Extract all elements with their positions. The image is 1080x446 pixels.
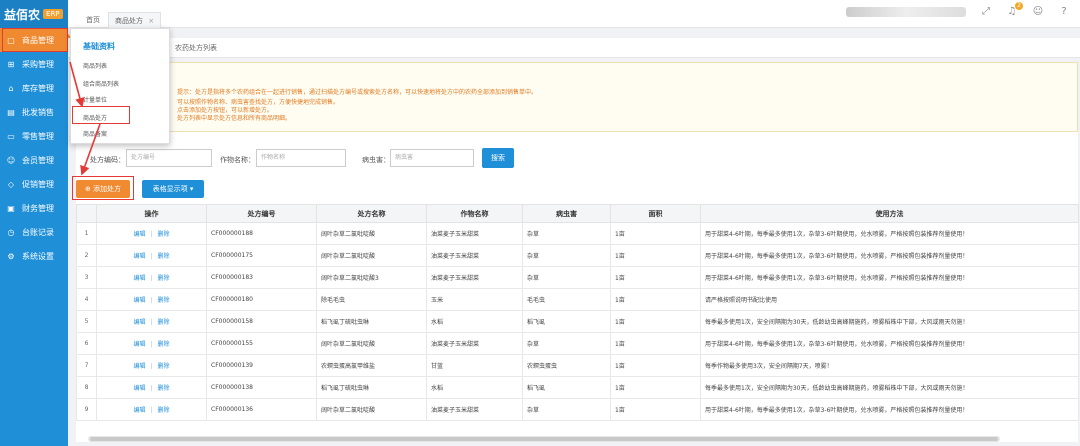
app-root: 益佰农 ERP ▢ 商品管理 ⊞ 采购管理 ⌂ 库存管理 ▤ 批发销售 ▭ 零售… (0, 0, 1080, 446)
arrow-to-add-button (80, 123, 101, 176)
arrow-to-prescription (69, 61, 85, 108)
annotation-arrows (69, 61, 101, 176)
